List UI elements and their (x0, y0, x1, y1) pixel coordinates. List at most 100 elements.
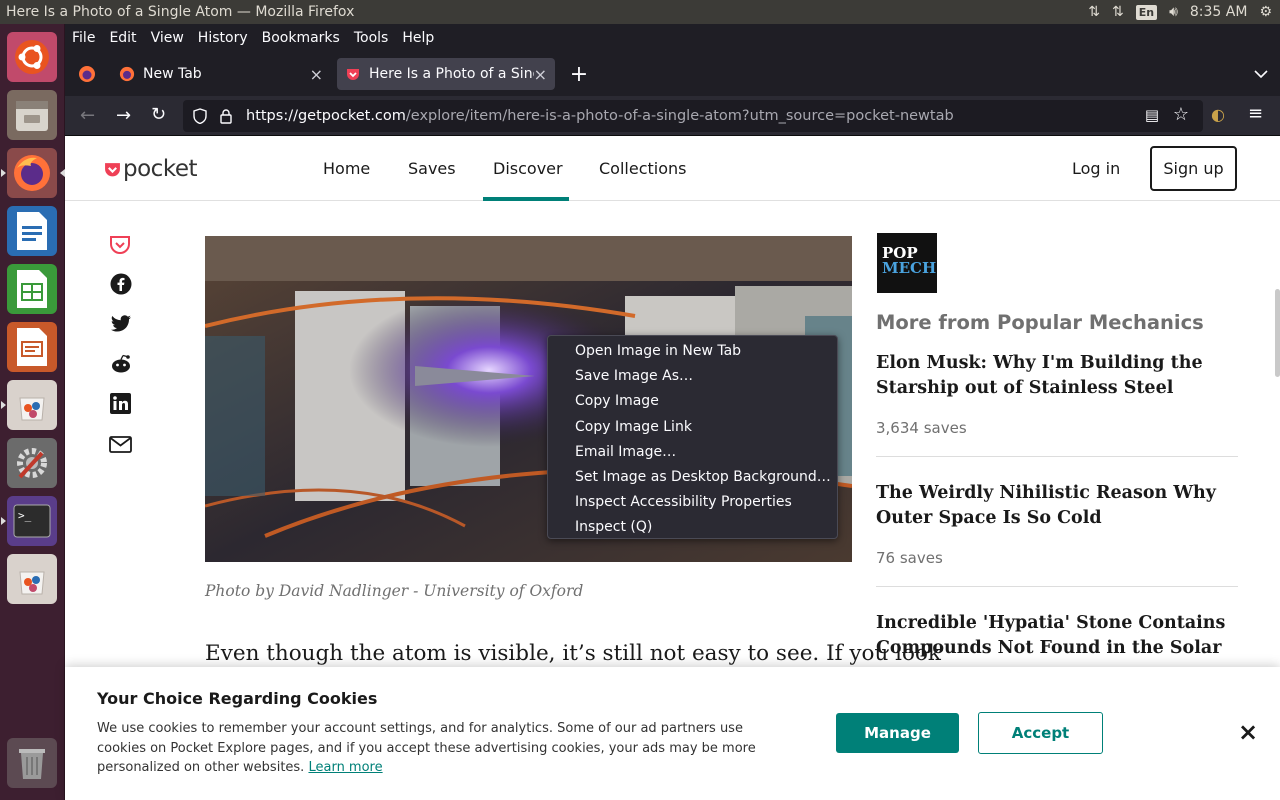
url-path: /explore/item/here-is-a-photo-of-a-singl… (405, 108, 954, 124)
clock[interactable]: 8:35 AM (1190, 4, 1248, 20)
menu-edit[interactable]: Edit (109, 30, 136, 46)
window-title: Here Is a Photo of a Single Atom — Mozil… (6, 4, 355, 20)
ubuntu-launcher: >_ (0, 24, 65, 800)
bookmark-star-icon[interactable]: ☆ (1173, 104, 1189, 125)
cookie-text: We use cookies to remember your account … (97, 719, 787, 778)
nav-collections[interactable]: Collections (599, 159, 686, 178)
tab-bar: New Tab × Here Is a Photo of a Singl × + (65, 52, 1280, 96)
libreoffice-impress-icon[interactable] (7, 322, 57, 372)
forward-arrow-icon[interactable]: → (116, 105, 131, 126)
menu-bookmarks[interactable]: Bookmarks (262, 30, 340, 46)
manage-cookies-button[interactable]: Manage (836, 713, 959, 753)
learn-more-link[interactable]: Learn more (308, 760, 382, 775)
url-text: https://getpocket.com/explore/item/here-… (246, 108, 954, 124)
screen: Here Is a Photo of a Single Atom — Mozil… (0, 0, 1280, 800)
tab-active-article[interactable]: Here Is a Photo of a Singl × (337, 58, 555, 90)
sidebar-heading: More from Popular Mechanics (876, 311, 1204, 334)
tab-label: Here Is a Photo of a Singl (369, 66, 534, 82)
sidebar-article-title[interactable]: The Weirdly Nihilistic Reason Why Outer … (876, 481, 1236, 531)
nav-saves[interactable]: Saves (408, 159, 456, 178)
firefox-favicon-icon (119, 66, 135, 82)
extension-icon[interactable]: ◐ (1211, 105, 1225, 124)
sidebar-article-saves: 3,634 saves (876, 419, 967, 437)
system-settings-icon[interactable] (7, 438, 57, 488)
ctx-inspect-accessibility[interactable]: Inspect Accessibility Properties (548, 490, 837, 515)
signup-button[interactable]: Sign up (1150, 146, 1237, 191)
nav-home[interactable]: Home (323, 159, 370, 178)
ubuntu-dash-icon[interactable] (7, 32, 57, 82)
libreoffice-writer-icon[interactable] (7, 206, 57, 256)
image-context-menu: Open Image in New Tab Save Image As… Cop… (547, 335, 838, 539)
nav-discover[interactable]: Discover (493, 159, 563, 178)
libreoffice-calc-icon[interactable] (7, 264, 57, 314)
ctx-copy-image[interactable]: Copy Image (548, 389, 837, 414)
reload-icon[interactable]: ↻ (151, 104, 166, 125)
facebook-icon[interactable] (110, 273, 132, 295)
list-all-tabs-chevron-icon[interactable] (1249, 58, 1273, 90)
menu-help[interactable]: Help (402, 30, 434, 46)
ctx-set-desktop-background[interactable]: Set Image as Desktop Background… (548, 465, 837, 490)
twitter-icon[interactable] (110, 315, 132, 333)
tab-new-tab[interactable]: New Tab × (111, 58, 331, 90)
hamburger-menu-icon[interactable]: ≡ (1248, 103, 1263, 124)
pocket-wordmark: pocket (123, 156, 198, 182)
sidebar-divider (876, 586, 1238, 587)
tab-label: New Tab (143, 66, 202, 82)
accept-cookies-button[interactable]: Accept (978, 712, 1103, 754)
popular-mechanics-logo[interactable]: POP MECH (877, 233, 937, 293)
new-tab-plus-icon[interactable]: + (565, 58, 593, 90)
system-menu-gear-icon[interactable]: ⚙ (1259, 4, 1272, 20)
close-tab-icon[interactable]: × (534, 65, 547, 84)
os-top-panel: Here Is a Photo of a Single Atom — Mozil… (0, 0, 1280, 24)
lock-icon[interactable] (220, 108, 232, 124)
files-icon[interactable] (7, 90, 57, 140)
ubuntu-software-icon[interactable] (1, 380, 57, 430)
keyboard-layout-indicator[interactable]: En (1135, 4, 1158, 20)
url-bar[interactable]: https://getpocket.com/explore/item/here-… (183, 100, 1203, 132)
pocket-logo[interactable]: pocket (104, 156, 198, 182)
sidebar-article-title[interactable]: Incredible 'Hypatia' Stone Contains Comp… (876, 611, 1236, 661)
tracking-protection-shield-icon[interactable] (193, 108, 207, 124)
navigation-toolbar: ← → ↻ https://getpocket.com/explore/item… (65, 96, 1280, 136)
email-icon[interactable] (109, 436, 132, 453)
volume-icon[interactable]: 🔊︎ (1169, 4, 1178, 20)
firefox-view-tab[interactable] (73, 58, 101, 90)
close-cookie-banner-icon[interactable]: × (1238, 720, 1258, 744)
pocket-header: pocket Home Saves Discover Collections L… (65, 137, 1280, 201)
terminal-icon[interactable]: >_ (1, 496, 57, 546)
close-tab-icon[interactable]: × (310, 65, 323, 84)
url-domain: https://getpocket.com (246, 108, 406, 124)
menu-file[interactable]: File (72, 30, 95, 46)
reddit-icon[interactable] (109, 354, 133, 374)
ctx-email-image[interactable]: Email Image… (548, 440, 837, 465)
network-transfer-icon[interactable]: ⇅ (1088, 4, 1100, 20)
pocket-logo-icon (105, 162, 120, 176)
menu-view[interactable]: View (151, 30, 184, 46)
cookie-body: We use cookies to remember your account … (97, 721, 756, 775)
firefox-logo-icon (79, 66, 95, 82)
firefox-icon[interactable] (1, 148, 65, 198)
save-to-pocket-icon[interactable] (109, 235, 131, 255)
linkedin-icon[interactable] (110, 393, 131, 414)
sidebar-article-title[interactable]: Elon Musk: Why I'm Building the Starship… (876, 351, 1236, 401)
reader-view-icon[interactable]: ▤ (1145, 106, 1159, 124)
cookie-title: Your Choice Regarding Cookies (97, 689, 378, 708)
network-icon[interactable]: ⇅ (1112, 4, 1124, 20)
active-nav-underline (483, 197, 569, 201)
menu-tools[interactable]: Tools (354, 30, 389, 46)
ctx-open-image-new-tab[interactable]: Open Image in New Tab (548, 339, 837, 364)
page-scrollbar-thumb[interactable] (1275, 289, 1280, 377)
sidebar-divider (876, 456, 1238, 457)
trash-icon[interactable] (7, 738, 57, 788)
ctx-copy-image-link[interactable]: Copy Image Link (548, 415, 837, 440)
back-arrow-icon[interactable]: ← (80, 105, 95, 126)
ctx-inspect[interactable]: Inspect (Q) (548, 515, 837, 540)
ubuntu-software-icon[interactable] (7, 554, 57, 604)
sidebar-article-saves: 76 saves (876, 549, 943, 567)
firefox-menubar: File Edit View History Bookmarks Tools H… (65, 24, 1280, 52)
svg-text:>_: >_ (18, 509, 32, 522)
article-body-text: Even though the atom is visible, it’s st… (205, 641, 941, 666)
ctx-save-image-as[interactable]: Save Image As… (548, 364, 837, 389)
menu-history[interactable]: History (198, 30, 248, 46)
login-link[interactable]: Log in (1072, 159, 1120, 178)
